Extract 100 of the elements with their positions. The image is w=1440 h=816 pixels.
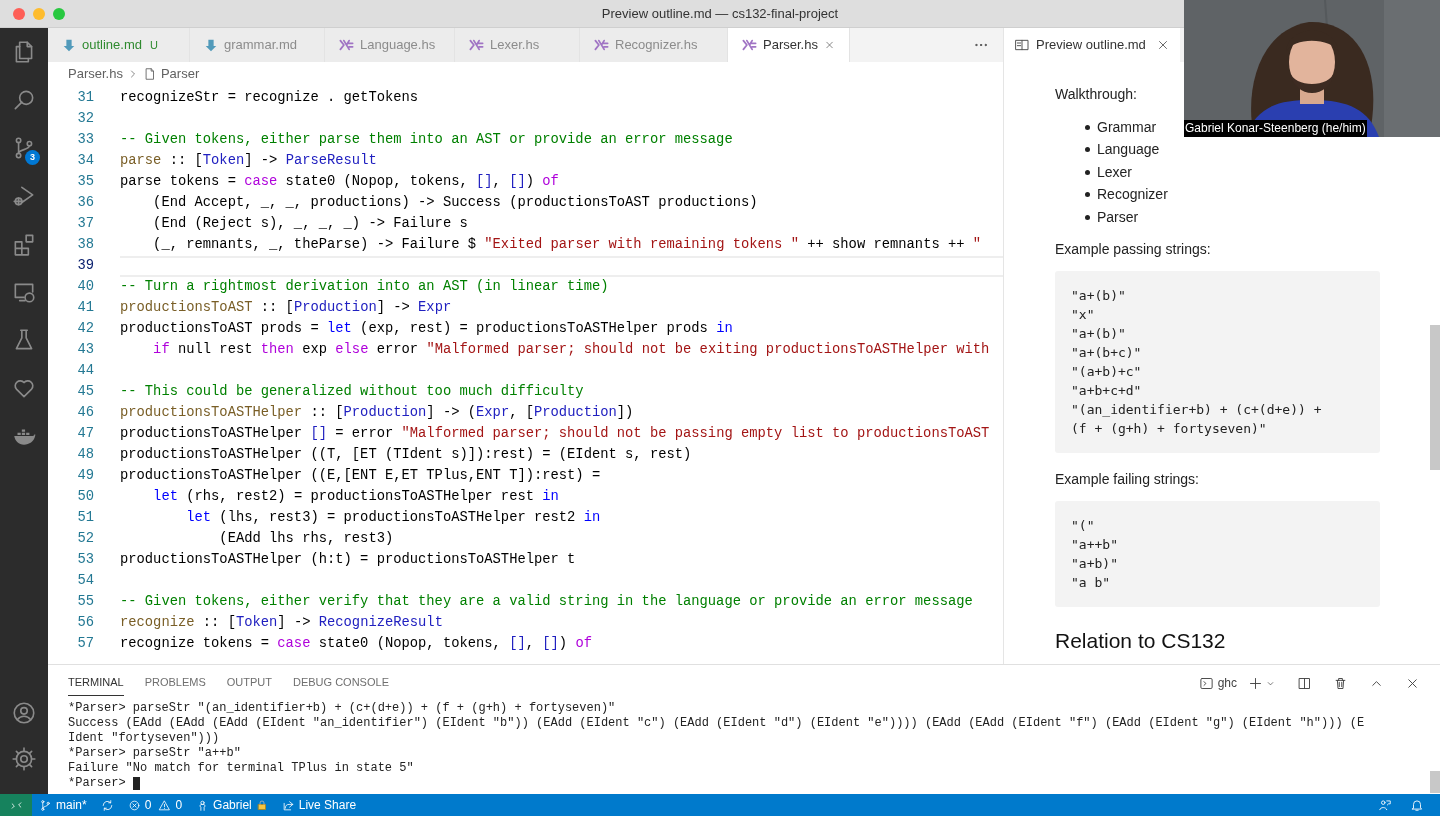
editor-tab[interactable]: Language.hs bbox=[325, 28, 455, 62]
line-number: 45 bbox=[76, 383, 94, 402]
code-line: productionsToASTHelper (h:t) = productionsToASTHelper t bbox=[120, 551, 577, 570]
warning-icon bbox=[158, 798, 172, 812]
bullet-icon bbox=[1085, 124, 1090, 130]
bullet-icon bbox=[1085, 147, 1090, 153]
line-number: 37 bbox=[76, 215, 94, 234]
line-number: 31 bbox=[76, 89, 94, 108]
breadcrumb-item[interactable]: Parser bbox=[160, 64, 200, 84]
editor-tab[interactable]: outline.md U bbox=[48, 28, 190, 62]
line-number: 33 bbox=[76, 131, 94, 150]
split-icon[interactable] bbox=[1297, 675, 1312, 691]
panel-tab[interactable]: DEBUG CONSOLE bbox=[293, 670, 389, 696]
line-number: 35 bbox=[76, 173, 94, 192]
branch-status[interactable]: main* bbox=[32, 796, 94, 814]
bullet-icon bbox=[1085, 192, 1090, 198]
trash-icon[interactable] bbox=[1333, 675, 1348, 691]
code-line: -- This could be generalized without too much difficulty bbox=[120, 383, 585, 402]
code-line: productionsToAST prods = let (exp, rest) = productionsToASTHelper prods in bbox=[120, 320, 734, 339]
panel-tab[interactable]: TERMINAL bbox=[68, 670, 124, 696]
line-number: 52 bbox=[76, 530, 94, 549]
code-line: "a+(b)" bbox=[1071, 286, 1127, 305]
scrollbar-thumb[interactable] bbox=[1430, 771, 1440, 793]
code-line: let (rhs, rest2) = productionsToASTHelper rest in bbox=[152, 488, 560, 507]
line-number: 51 bbox=[76, 509, 94, 528]
line-number: 34 bbox=[76, 152, 94, 171]
list-item-text: Grammar bbox=[1097, 117, 1157, 137]
line-number: 57 bbox=[76, 635, 94, 654]
code-line: (End (Reject s), _, _, _) -> Failure s bbox=[152, 215, 469, 234]
editor-tab[interactable]: Parser.hs bbox=[728, 28, 850, 62]
line-number: 39 bbox=[76, 257, 94, 276]
bullet-icon bbox=[1085, 214, 1090, 220]
line-number: 54 bbox=[76, 572, 94, 591]
plus-icon[interactable] bbox=[1248, 675, 1263, 691]
lock-icon bbox=[255, 799, 268, 811]
live-share-icon bbox=[281, 798, 295, 812]
editor-tab[interactable]: grammar.md bbox=[190, 28, 325, 62]
code-line: "(an_identifier+b) + (c+(d+e)) + bbox=[1071, 400, 1323, 419]
code-line: -- Given tokens, either verify that they are a valid string in the language or provide an error message bbox=[120, 593, 974, 612]
account-icon[interactable] bbox=[11, 700, 37, 726]
participant-name: Gabriel Konar-Steenberg (he/him) bbox=[1184, 120, 1367, 137]
bullet-icon bbox=[1085, 169, 1090, 175]
section-heading: Relation to CS132 bbox=[1055, 627, 1227, 654]
line-number: 53 bbox=[76, 551, 94, 570]
line-number: 55 bbox=[76, 593, 94, 612]
code-line: (End Accept, _, _, productions) -> Success (productionsToAST productions) bbox=[152, 194, 759, 213]
list-item-text: Lexer bbox=[1097, 162, 1133, 182]
terminal-selector[interactable]: ghc bbox=[1198, 674, 1237, 692]
line-number: 36 bbox=[76, 194, 94, 213]
code-line: (f + (g+h) + fortyseven)" bbox=[1071, 419, 1268, 438]
editor-tab[interactable]: Lexer.hs bbox=[455, 28, 580, 62]
preview-tab[interactable]: Preview outline.md bbox=[1004, 28, 1180, 62]
settings-icon[interactable] bbox=[11, 746, 37, 772]
paragraph-text: Example passing strings: bbox=[1055, 239, 1212, 259]
feedback-icon[interactable] bbox=[1378, 798, 1392, 812]
code-line: recognize tokens = case state0 (Nopop, tokens, [], []) of bbox=[120, 635, 593, 654]
arrow-down-icon bbox=[204, 38, 218, 52]
sync-icon bbox=[100, 798, 114, 812]
line-number: 44 bbox=[76, 362, 94, 381]
code-line: productionsToASTHelper [] = error "Malformed parser; should not be passing empty list to productionsToAST bbox=[120, 425, 991, 444]
window-title: Preview outline.md — cs132-final-project bbox=[601, 4, 839, 23]
terminal-line: Ident "fortyseven"))) bbox=[68, 731, 220, 746]
code-line: recognizeStr = recognize . getTokens bbox=[120, 89, 420, 108]
code-line: -- Given tokens, either parse them into an AST or provide an error message bbox=[120, 131, 734, 150]
terminal-line: Failure "No match for terminal TPlus in state 5" bbox=[68, 761, 414, 776]
panel-tab[interactable]: OUTPUT bbox=[226, 670, 272, 696]
code-line: recognize :: [Token] -> RecognizeResult bbox=[120, 614, 444, 633]
code-line: "a+(b+c)" bbox=[1071, 343, 1143, 362]
line-number: 42 bbox=[76, 320, 94, 339]
code-line: "a b" bbox=[1071, 573, 1112, 592]
live-share-button[interactable]: Live Share bbox=[274, 796, 364, 814]
count-badge: 3 bbox=[25, 150, 40, 165]
line-number: 50 bbox=[76, 488, 94, 507]
list-item-text: Language bbox=[1097, 140, 1160, 160]
close-window-button[interactable] bbox=[13, 7, 25, 20]
line-number: 32 bbox=[76, 110, 94, 129]
chevron-lambda-icon bbox=[594, 38, 609, 52]
line-number: 46 bbox=[76, 404, 94, 423]
line-number: 38 bbox=[76, 236, 94, 255]
line-number: 47 bbox=[76, 425, 94, 444]
code-line: productionsToASTHelper ((T, [ET (TIdent s)]):rest) = (EIdent s, rest) bbox=[120, 446, 693, 465]
terminal-icon bbox=[1198, 675, 1214, 691]
text-cursor bbox=[132, 777, 140, 790]
list-item-text: Recognizer bbox=[1097, 185, 1168, 205]
scrollbar-thumb[interactable] bbox=[1430, 325, 1440, 470]
branch-icon bbox=[39, 798, 52, 812]
code-line: "(a+b)+c" bbox=[1071, 362, 1143, 381]
code-line: (EAdd lhs rhs, rest3) bbox=[218, 530, 395, 549]
breadcrumb-item[interactable]: Parser.hs bbox=[68, 64, 123, 84]
code-line: "a+(b)" bbox=[1071, 324, 1127, 343]
terminal-line: Success (EAdd (EAdd (EAdd (EIdent "an_identifier") (EIdent "b")) (EAdd (EIdent "c") (EAdd (EIdent "d") (EIdent "e")))) (EAdd (EAdd (EIdent "f") (EAdd (EIdent "g") (EIdent "h"))) (E bbox=[68, 716, 1365, 731]
editor-tab[interactable]: Recognizer.hs bbox=[580, 28, 728, 62]
code-line: "a++b" bbox=[1071, 535, 1119, 554]
bell-icon[interactable] bbox=[1410, 798, 1424, 812]
error-icon bbox=[127, 798, 141, 812]
code-line: parse :: [Token] -> ParseResult bbox=[120, 152, 378, 171]
panel-tab[interactable]: PROBLEMS bbox=[144, 670, 206, 696]
user-status[interactable]: Gabriel bbox=[189, 796, 275, 814]
terminal-line: *Parser> parseStr "(an_identifier+b) + (c+(d+e)) + (f + (g+h) + fortyseven)" bbox=[68, 701, 616, 716]
problems-status[interactable]: 0 0 bbox=[120, 796, 190, 814]
